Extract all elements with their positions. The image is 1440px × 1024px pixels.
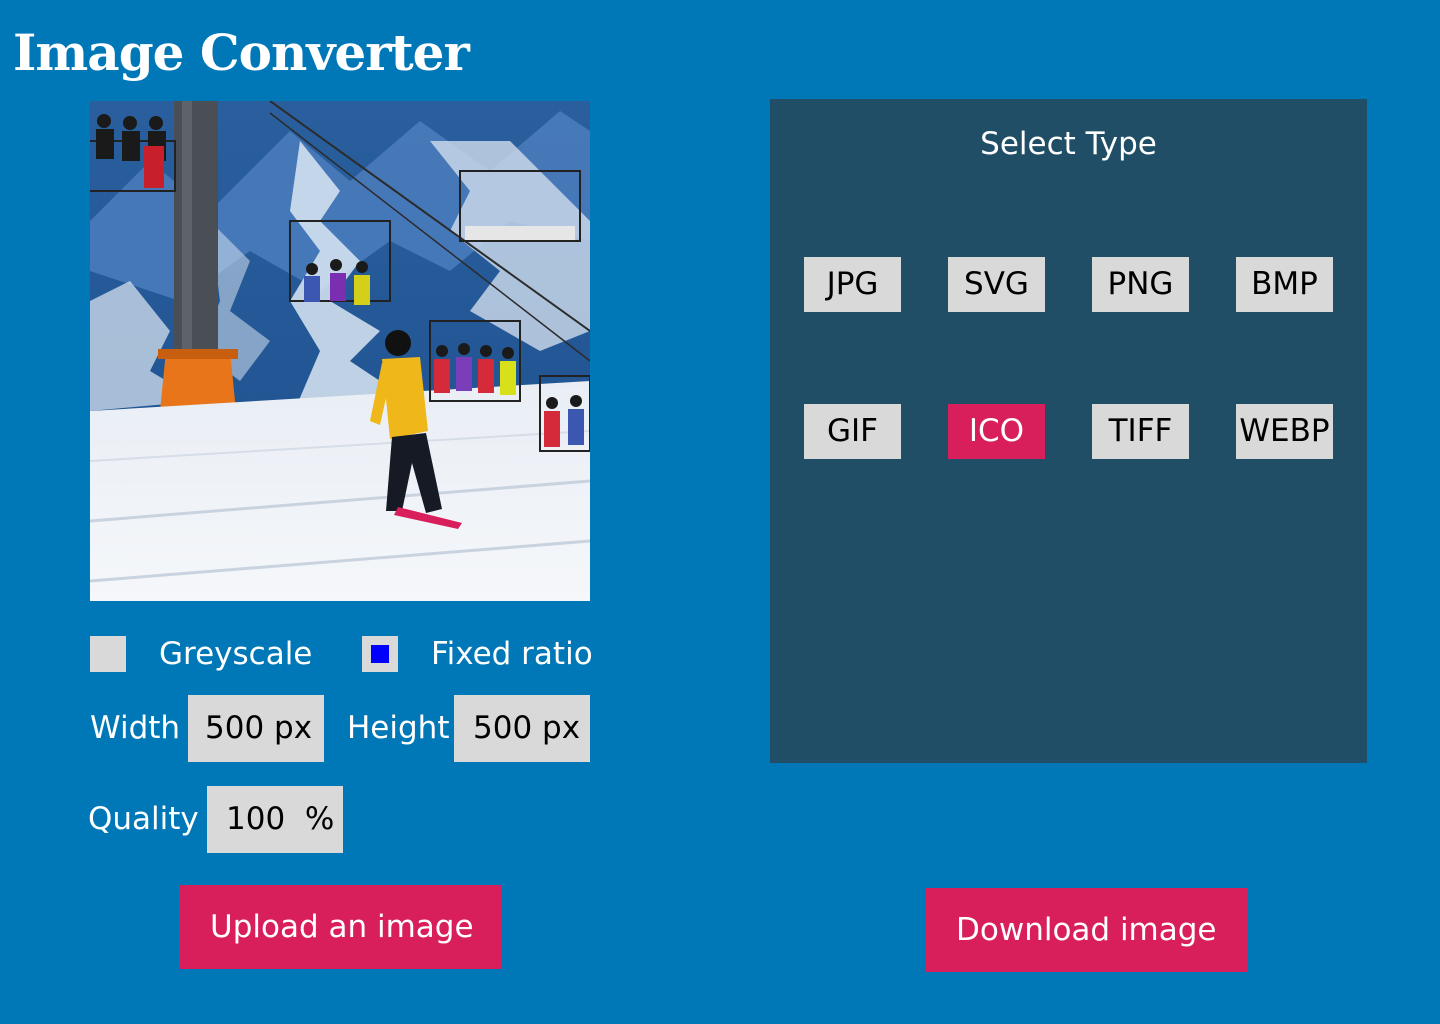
image-preview <box>90 101 590 601</box>
height-input[interactable]: 500 px <box>454 695 590 762</box>
preview-image <box>90 101 590 601</box>
quality-label: Quality <box>88 801 199 837</box>
panel-title: Select Type <box>980 126 1157 162</box>
fixed-ratio-label: Fixed ratio <box>431 636 593 672</box>
width-input[interactable]: 500 px <box>188 695 324 762</box>
type-button-bmp[interactable]: BMP <box>1236 257 1333 312</box>
type-button-gif[interactable]: GIF <box>804 404 901 459</box>
greyscale-label: Greyscale <box>159 636 313 672</box>
type-selection-panel: Select Type JPG SVG PNG BMP GIF ICO TIFF… <box>770 99 1367 763</box>
app-title: Image Converter <box>13 23 470 82</box>
upload-image-button[interactable]: Upload an image <box>179 885 502 969</box>
type-button-tiff[interactable]: TIFF <box>1092 404 1189 459</box>
checkbox-checked-indicator <box>371 645 389 663</box>
type-button-png[interactable]: PNG <box>1092 257 1189 312</box>
height-label: Height <box>347 710 450 746</box>
width-label: Width <box>90 710 181 746</box>
type-button-svg[interactable]: SVG <box>948 257 1045 312</box>
quality-input[interactable]: 100 % <box>207 786 343 853</box>
fixed-ratio-checkbox[interactable] <box>362 636 398 672</box>
download-image-button[interactable]: Download image <box>925 888 1248 972</box>
type-button-webp[interactable]: WEBP <box>1236 404 1333 459</box>
greyscale-checkbox[interactable] <box>90 636 126 672</box>
type-button-ico[interactable]: ICO <box>948 404 1045 459</box>
type-button-jpg[interactable]: JPG <box>804 257 901 312</box>
